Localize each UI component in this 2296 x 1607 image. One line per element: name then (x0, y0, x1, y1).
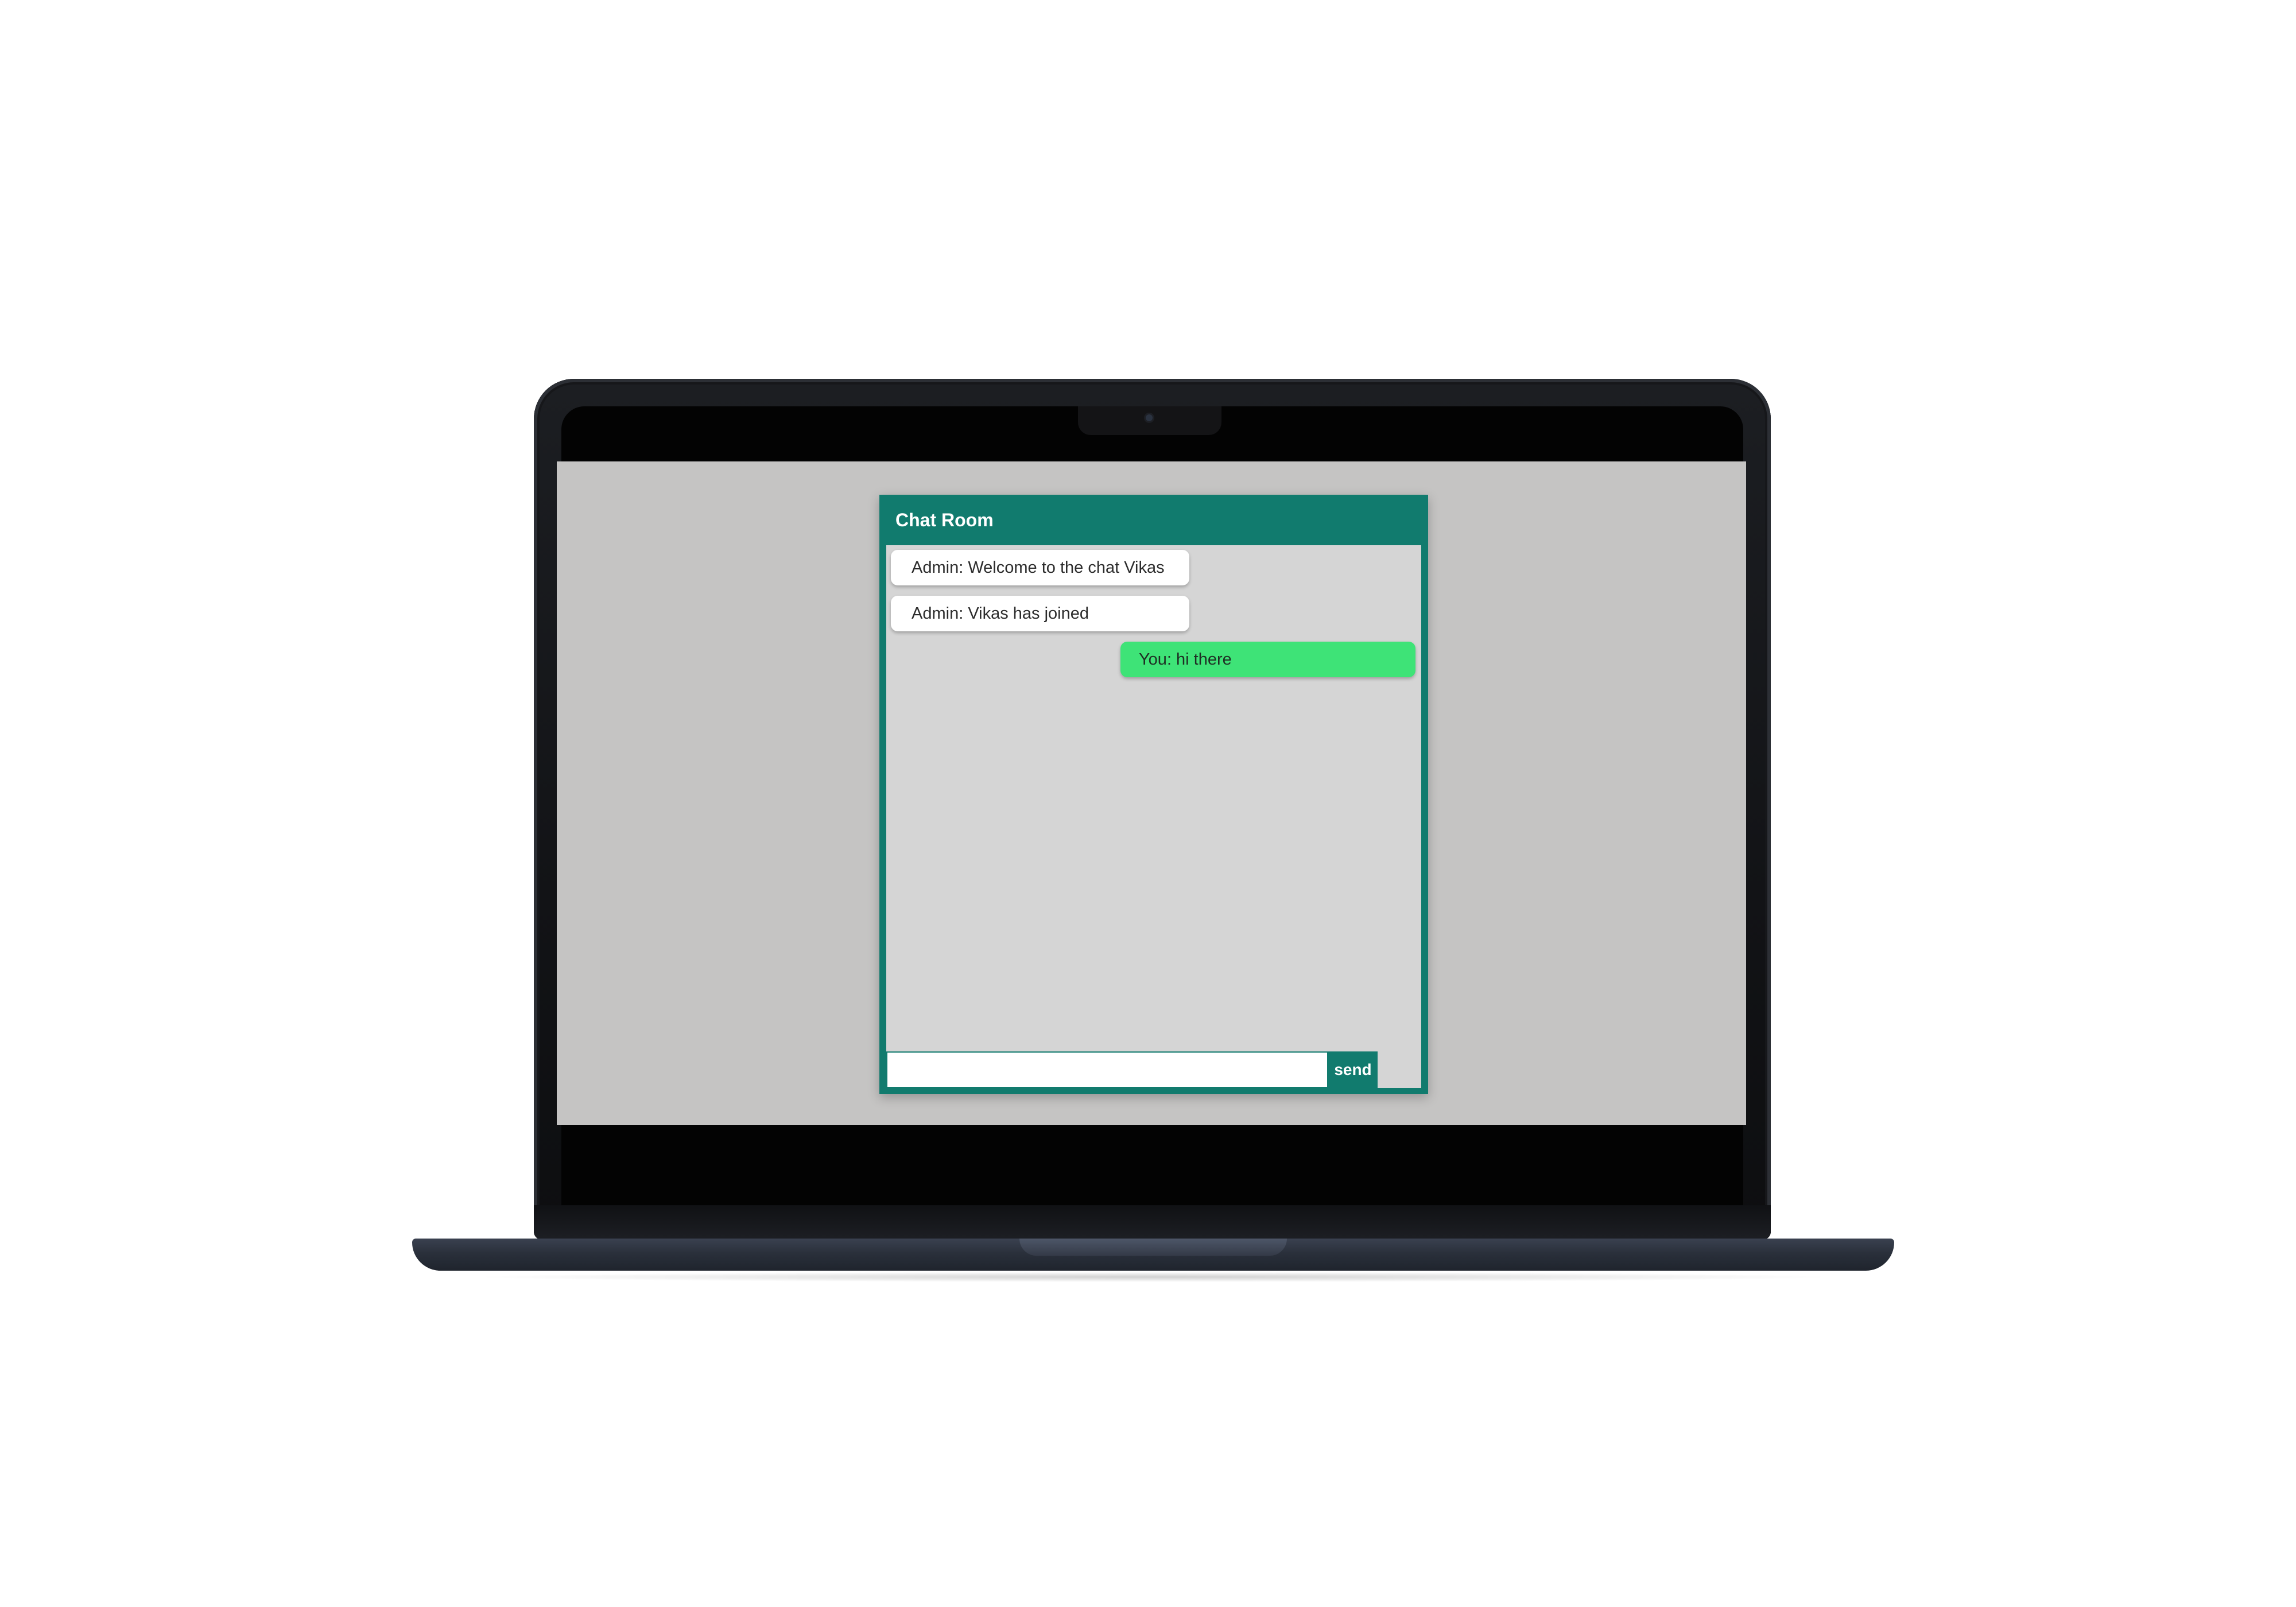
laptop-shadow (471, 1272, 1837, 1282)
product-mockup: Chat Room Admin: Welcome to the chat Vik… (0, 0, 2296, 1607)
message-list[interactable]: Admin: Welcome to the chat Vikas Admin: … (886, 545, 1421, 1051)
laptop-base (412, 1239, 1894, 1271)
lid-opening-notch (1019, 1239, 1287, 1256)
outgoing-message: You: hi there (1120, 642, 1415, 677)
laptop-screen: Chat Room Admin: Welcome to the chat Vik… (557, 461, 1746, 1125)
camera-notch (1078, 406, 1221, 435)
camera-icon (1146, 414, 1153, 421)
message-composer: send (886, 1051, 1421, 1088)
incoming-message: Admin: Welcome to the chat Vikas (891, 550, 1189, 585)
chat-window: Chat Room Admin: Welcome to the chat Vik… (879, 495, 1428, 1094)
message-input[interactable] (886, 1051, 1328, 1088)
incoming-message: Admin: Vikas has joined (891, 596, 1189, 631)
chat-header: Chat Room (879, 495, 1428, 545)
chat-title: Chat Room (895, 509, 994, 530)
send-button[interactable]: send (1328, 1051, 1378, 1088)
lid-hinge (534, 1205, 1771, 1240)
